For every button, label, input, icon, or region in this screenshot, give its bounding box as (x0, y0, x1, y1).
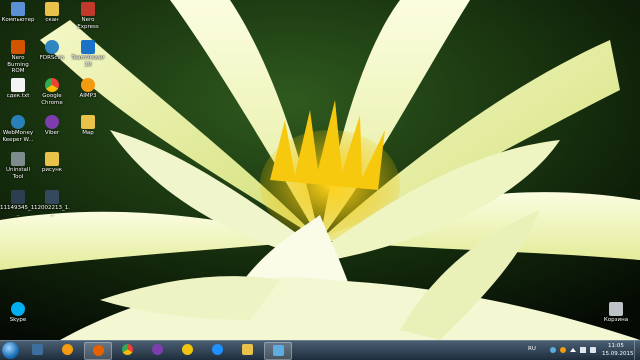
chrome-icon (45, 78, 59, 92)
desktop-icon-sdek-txt[interactable]: сдек.txt (0, 78, 36, 100)
desktop-icon-skype[interactable]: Skype (0, 302, 36, 324)
taskbar-folder[interactable] (234, 342, 260, 358)
tray-app-icon[interactable] (560, 347, 566, 353)
nero-burning-rom-icon (11, 40, 25, 54)
fdrscan-icon (45, 40, 59, 54)
aimp-icon (81, 78, 95, 92)
text-file-icon (11, 78, 25, 92)
desktop-icon-image-12002213[interactable]: 12002213_1... (34, 190, 70, 218)
desktop-icon-teamviewer[interactable]: TeamViewer 10 (70, 40, 106, 68)
taskbar-explorer[interactable] (24, 342, 50, 358)
internet-explorer-icon (211, 344, 223, 355)
system-tray: RU 11:05 15.09.2015 (520, 341, 640, 360)
taskbar-remote-desktop[interactable] (264, 342, 292, 360)
uninstall-tool-icon (11, 152, 25, 166)
desktop-icon-computer[interactable]: Компьютер (0, 2, 36, 24)
desktop-icon-label: AIMP3 (79, 93, 97, 99)
desktop: Компьютер скан Nero Express Nero Burning… (0, 0, 640, 340)
image-file-icon (11, 190, 25, 204)
desktop-icon-label: 11149345_1... (0, 205, 36, 218)
desktop-icon-label: скан (45, 17, 59, 23)
messenger-icon (181, 344, 193, 355)
desktop-icon-label: FDRScan (39, 55, 65, 61)
recycle-bin-icon (609, 302, 623, 316)
image-file-icon (45, 190, 59, 204)
desktop-icon-label: сдек.txt (6, 93, 30, 99)
teamviewer-icon (81, 40, 95, 54)
chrome-icon (121, 344, 133, 355)
desktop-icon-label: Uninstall Tool (6, 167, 30, 180)
desktop-icon-label: Компьютер (1, 17, 35, 23)
aimp-icon (61, 344, 73, 355)
desktop-icon-uninstall-tool[interactable]: Uninstall Tool (0, 152, 36, 180)
desktop-icon-nero-express[interactable]: Nero Express (70, 2, 106, 30)
folder-icon (81, 115, 95, 129)
viber-icon (151, 344, 163, 355)
skype-icon (11, 302, 25, 316)
desktop-icon-image-11149345[interactable]: 11149345_1... (0, 190, 36, 218)
folder-icon (45, 152, 59, 166)
desktop-icon-label: Google Chrome (41, 93, 63, 106)
desktop-icon-scan-folder[interactable]: скан (34, 2, 70, 24)
clock-date[interactable]: 15.09.2015 (602, 351, 634, 357)
taskbar-messenger[interactable] (174, 342, 200, 358)
taskbar-internet-explorer[interactable] (204, 342, 230, 358)
desktop-icon-viber[interactable]: Viber (34, 115, 70, 137)
desktop-icon-aimp3[interactable]: AIMP3 (70, 78, 106, 100)
taskbar-aimp[interactable] (54, 342, 80, 358)
volume-icon[interactable] (590, 347, 596, 353)
remote-desktop-icon (272, 345, 284, 356)
language-indicator[interactable]: RU (528, 346, 536, 352)
desktop-icon-label: Skype (9, 317, 27, 323)
taskbar-firefox[interactable] (84, 342, 112, 360)
desktop-icon-recycle-bin[interactable]: Корзина (598, 302, 634, 324)
computer-icon (11, 2, 25, 16)
desktop-icon-fdrscan[interactable]: FDRScan (34, 40, 70, 62)
desktop-icon-label: Nero Express (77, 17, 99, 30)
desktop-icon-label: WebMoney Keeper W... (2, 130, 34, 143)
desktop-icon-risunk-folder[interactable]: рисунк (34, 152, 70, 174)
start-button[interactable] (2, 342, 19, 359)
show-hidden-icons-icon[interactable] (570, 348, 576, 352)
desktop-icon-label: Viber (44, 130, 60, 136)
taskbar-chrome[interactable] (114, 342, 140, 358)
desktop-icon-label: рисунк (41, 167, 63, 173)
desktop-icon-label: Map (82, 130, 94, 136)
desktop-icon-google-chrome[interactable]: Google Chrome (34, 78, 70, 106)
firefox-icon (92, 345, 104, 356)
nero-express-icon (81, 2, 95, 16)
desktop-icon-label: Корзина (603, 317, 629, 323)
desktop-icon-nero-burning-rom[interactable]: Nero Burning ROM (0, 40, 36, 75)
folder-icon (241, 344, 253, 355)
clock-time[interactable]: 11:05 (608, 343, 624, 349)
webmoney-icon (11, 115, 25, 129)
desktop-icon-webmoney[interactable]: WebMoney Keeper W... (0, 115, 36, 143)
tray-app-icon[interactable] (550, 347, 556, 353)
desktop-icon-label: TeamViewer 10 (71, 55, 105, 68)
desktop-icon-label: 12002213_1... (34, 205, 70, 218)
folder-icon (45, 2, 59, 16)
network-icon[interactable] (580, 347, 586, 353)
taskbar-viber[interactable] (144, 342, 170, 358)
show-desktop-button[interactable] (634, 341, 640, 360)
taskbar: RU 11:05 15.09.2015 (0, 340, 640, 360)
explorer-icon (31, 344, 43, 355)
viber-icon (45, 115, 59, 129)
desktop-icon-label: Nero Burning ROM (7, 55, 29, 74)
desktop-icon-map-folder[interactable]: Map (70, 115, 106, 137)
